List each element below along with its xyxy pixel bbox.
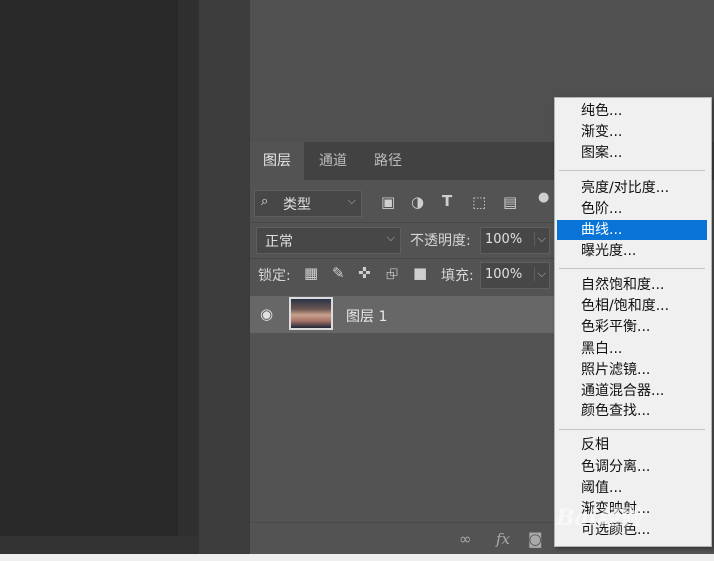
menu-item-pattern[interactable]: 图案...	[557, 143, 707, 163]
lock-position-icon[interactable]: ✜	[358, 264, 371, 282]
menu-item-gradient[interactable]: 渐变...	[557, 122, 707, 142]
divider	[250, 258, 556, 259]
menu-item-solid-color[interactable]: 纯色...	[557, 101, 707, 121]
search-icon: ⌕	[261, 194, 269, 209]
menu-item-vibrance[interactable]: 自然饱和度...	[557, 275, 707, 295]
filter-toggle-icon[interactable]: ●	[538, 190, 549, 205]
tab-channels[interactable]: 通道	[308, 142, 358, 180]
layer-filter-dropdown[interactable]: ⌕ 类型 ⌵	[254, 190, 362, 217]
lock-label: 锁定:	[258, 268, 291, 284]
chevron-down-icon: ⌵	[386, 231, 395, 244]
opacity-label: 不透明度:	[410, 233, 471, 249]
menu-separator	[559, 268, 705, 269]
smart-object-filter-icon[interactable]: ▤	[503, 193, 517, 211]
fill-value: 100%	[485, 267, 523, 282]
menu-item-invert[interactable]: 反相	[557, 435, 707, 455]
menu-separator	[559, 170, 705, 171]
canvas-scroll-strip	[178, 0, 198, 536]
eye-visibility-icon[interactable]: ◉	[260, 305, 273, 323]
blend-mode-value: 正常	[265, 234, 293, 250]
tab-layers[interactable]: 图层	[250, 142, 304, 180]
layer-name[interactable]: 图层 1	[346, 306, 387, 326]
menu-item-color-balance[interactable]: 色彩平衡...	[557, 317, 707, 337]
menu-item-hue-saturation[interactable]: 色相/饱和度...	[557, 296, 707, 316]
window-bottom-edge	[0, 554, 714, 561]
menu-item-curves[interactable]: 曲线...	[557, 220, 707, 240]
menu-item-threshold[interactable]: 阈值...	[557, 478, 707, 498]
menu-item-photo-filter[interactable]: 照片滤镜...	[557, 360, 707, 380]
panel-dock-divider	[198, 0, 251, 561]
adjustment-filter-icon[interactable]: ◑	[411, 193, 424, 211]
menu-item-posterize[interactable]: 色调分离...	[557, 457, 707, 477]
layer-thumbnail[interactable]	[289, 297, 333, 330]
add-mask-icon[interactable]: ◙	[528, 530, 543, 548]
menu-item-black-white[interactable]: 黑白...	[557, 339, 707, 359]
layer-row[interactable]: ◉ 图层 1	[250, 296, 556, 333]
link-layers-icon[interactable]: ∞	[459, 530, 472, 548]
type-filter-icon[interactable]: T	[442, 192, 452, 210]
filter-label: 类型	[283, 197, 311, 213]
fx-icon[interactable]: fx	[496, 530, 510, 548]
opacity-input[interactable]: 100% ⌵	[480, 227, 550, 254]
tab-paths[interactable]: 路径	[363, 142, 413, 180]
divider	[250, 522, 556, 523]
chevron-down-icon: ⌵	[347, 194, 356, 207]
menu-item-levels[interactable]: 色阶...	[557, 199, 707, 219]
watermark: Bai经验	[556, 505, 642, 531]
canvas-area[interactable]	[0, 0, 178, 536]
lock-transparent-pixels-icon[interactable]: ▦	[304, 264, 318, 282]
lock-all-icon[interactable]: ■	[413, 264, 427, 282]
shape-filter-icon[interactable]: ⬚	[472, 193, 486, 211]
menu-item-brightness-contrast[interactable]: 亮度/对比度...	[557, 178, 707, 198]
menu-item-exposure[interactable]: 曝光度...	[557, 241, 707, 261]
fill-input[interactable]: 100% ⌵	[480, 262, 550, 289]
adjustment-layer-menu: 纯色... 渐变... 图案... 亮度/对比度... 色阶... 曲线... …	[554, 97, 712, 547]
fill-label: 填充:	[441, 268, 474, 284]
blend-mode-dropdown[interactable]: 正常 ⌵	[256, 227, 401, 254]
chevron-down-icon[interactable]: ⌵	[533, 232, 546, 246]
lock-image-pixels-icon[interactable]: ✎	[332, 264, 345, 282]
menu-item-channel-mixer[interactable]: 通道混合器...	[557, 381, 707, 401]
chevron-down-icon[interactable]: ⌵	[533, 267, 546, 281]
menu-item-color-lookup[interactable]: 颜色查找...	[557, 401, 707, 421]
opacity-value: 100%	[485, 232, 523, 247]
lock-artboard-icon[interactable]: ⮺	[386, 264, 398, 289]
menu-separator	[559, 429, 705, 430]
image-filter-icon[interactable]: ▣	[381, 193, 395, 211]
divider	[250, 222, 556, 223]
